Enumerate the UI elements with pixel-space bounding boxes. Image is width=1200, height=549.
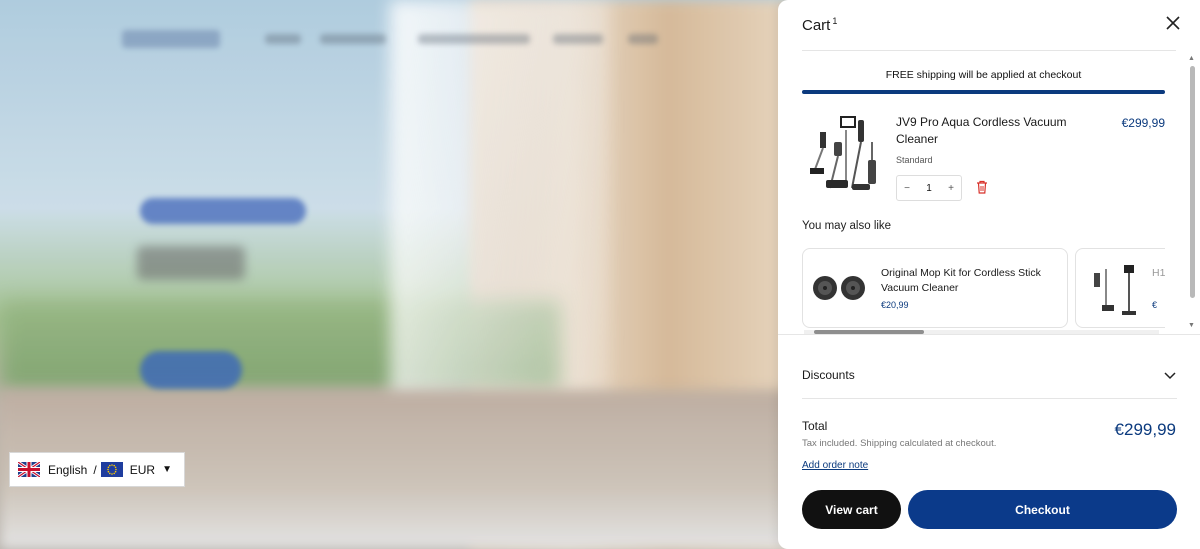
shipping-progress-bar: [802, 90, 1165, 94]
recommendation-name: Original Mop Kit for Cordless Stick Vacu…: [881, 267, 1041, 294]
cart-header: Cart 1: [802, 14, 1180, 51]
uk-flag-icon: [18, 462, 40, 477]
language-separator: /: [93, 462, 97, 477]
recommendation-name: H1 Cl: [1152, 267, 1165, 279]
checkout-button[interactable]: Checkout: [908, 490, 1177, 529]
shipping-progress-fill: [802, 90, 1165, 94]
cart-count: 1: [832, 16, 838, 26]
discounts-toggle[interactable]: Discounts: [802, 358, 1177, 399]
product-price: €299,99: [1121, 116, 1165, 130]
language-currency-selector[interactable]: English / EUR ▼: [9, 452, 185, 487]
quantity-value[interactable]: 1: [919, 183, 939, 194]
footer-divider: [778, 334, 1200, 335]
cart-title-text: Cart: [802, 17, 831, 34]
quantity-stepper: − 1 +: [896, 175, 962, 201]
currency-label: EUR: [129, 462, 156, 477]
caret-down-icon: ▼: [162, 464, 172, 475]
recommendation-card[interactable]: Original Mop Kit for Cordless Stick Vacu…: [802, 248, 1068, 328]
vacuum-image: [1094, 265, 1136, 315]
cart-drawer: Cart 1 FREE shipping will be applied at c…: [778, 0, 1200, 549]
product-image[interactable]: [806, 112, 882, 192]
cart-line-item: JV9 Pro Aqua Cordless Vacuum Cleaner €29…: [802, 104, 1165, 204]
language-label: English: [48, 462, 88, 477]
view-cart-button[interactable]: View cart: [802, 490, 901, 529]
discounts-label: Discounts: [802, 368, 855, 382]
cart-title: Cart 1: [802, 16, 837, 34]
total-value: €299,99: [1114, 420, 1176, 439]
trash-icon[interactable]: [976, 180, 988, 194]
quantity-increase-button[interactable]: +: [941, 183, 961, 194]
product-name[interactable]: JV9 Pro Aqua Cordless Vacuum Cleaner: [896, 114, 1096, 148]
quantity-decrease-button[interactable]: −: [897, 183, 917, 194]
shipping-note: FREE shipping will be applied at checkou…: [885, 69, 1082, 81]
recommendations-heading: You may also like: [802, 220, 892, 232]
cart-vertical-scrollbar[interactable]: ▲ ▼: [1188, 55, 1196, 334]
add-order-note-link[interactable]: Add order note: [802, 460, 868, 471]
recommendation-card[interactable]: H1 Cl €: [1075, 248, 1165, 328]
cart-scrollbar-thumb[interactable]: [1190, 66, 1195, 298]
tax-note: Tax included. Shipping calculated at che…: [802, 438, 997, 449]
product-variant: Standard: [896, 155, 933, 165]
recommendation-price: €20,99: [881, 300, 909, 310]
close-icon[interactable]: [1164, 14, 1182, 32]
cart-items-scroll-area[interactable]: JV9 Pro Aqua Cordless Vacuum Cleaner €29…: [802, 104, 1165, 334]
chevron-down-icon: [1163, 368, 1177, 382]
scroll-down-icon[interactable]: ▼: [1188, 322, 1195, 329]
mop-kit-image: [813, 276, 865, 300]
total-label: Total: [802, 419, 828, 433]
eu-flag-icon: [100, 462, 123, 477]
recommendation-price: €: [1152, 300, 1158, 310]
scroll-up-icon[interactable]: ▲: [1188, 55, 1195, 62]
